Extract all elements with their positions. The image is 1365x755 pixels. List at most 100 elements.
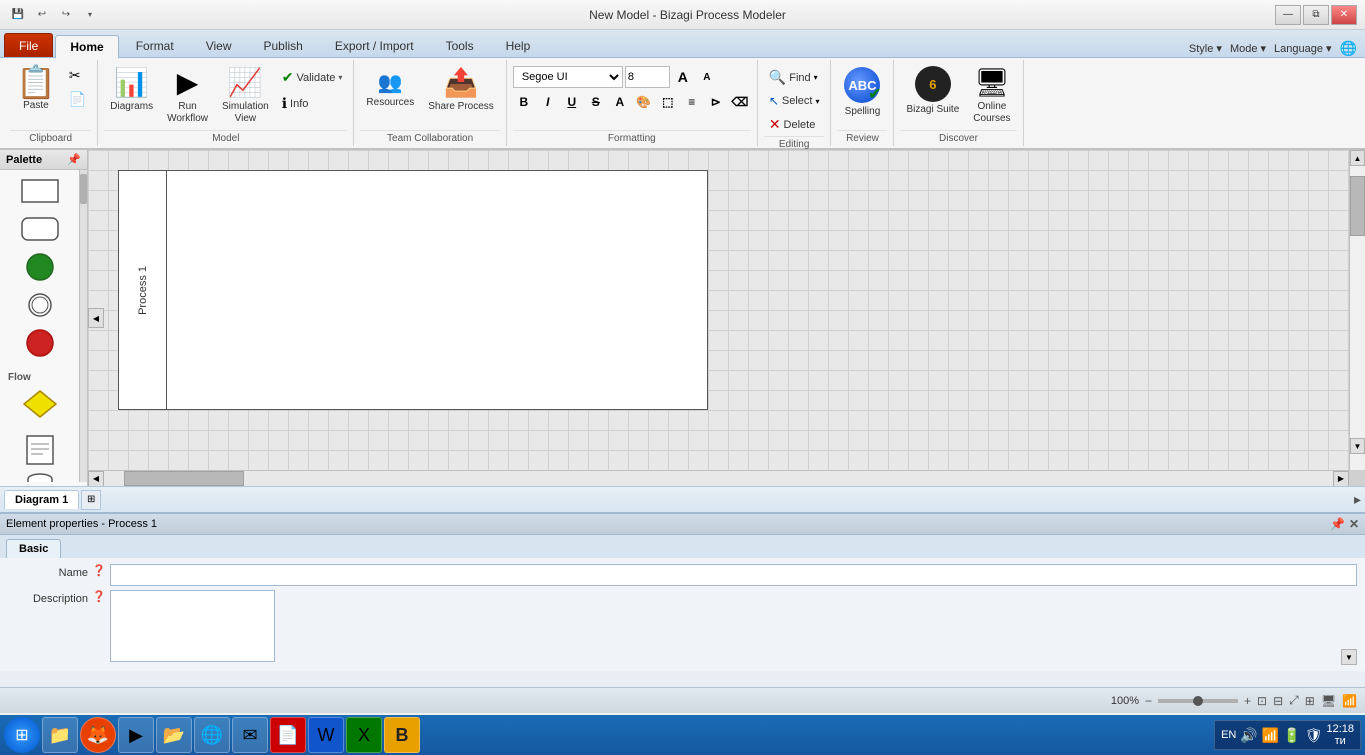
font-color-btn[interactable]: A <box>609 91 631 113</box>
v-scroll-down-btn[interactable]: ▼ <box>1350 438 1365 454</box>
name-help-icon[interactable]: ❓ <box>92 564 106 577</box>
tab-home[interactable]: Home <box>55 35 118 59</box>
tray-icon-1[interactable]: 🔊 <box>1240 727 1257 744</box>
taskbar-item-media[interactable]: ▶ <box>118 717 154 753</box>
v-scrollbar[interactable]: ▲ ▼ <box>1349 150 1365 470</box>
textarea-scroll-down[interactable]: ▼ <box>1341 649 1357 665</box>
tray-icon-2[interactable]: 📶 <box>1262 727 1279 744</box>
tab-file[interactable]: File <box>4 33 53 57</box>
italic-btn[interactable]: I <box>537 91 559 113</box>
tab-publish[interactable]: Publish <box>249 33 318 57</box>
taskbar-item-bizagi[interactable]: B <box>384 717 420 753</box>
v-scroll-up-btn[interactable]: ▲ <box>1350 150 1365 166</box>
palette-scrollbar[interactable] <box>79 170 87 482</box>
underline-btn[interactable]: U <box>561 91 583 113</box>
taskbar-item-excel[interactable]: X <box>346 717 382 753</box>
select-dropdown-icon[interactable]: ▾ <box>815 97 819 106</box>
info-btn[interactable]: ℹ Info <box>277 92 348 115</box>
share-btn[interactable]: 📤 Share Process <box>422 62 500 117</box>
add-diagram-btn[interactable]: ⊞ <box>81 490 101 510</box>
style-dropdown[interactable]: Style ▾ <box>1189 42 1222 55</box>
language-dropdown[interactable]: Language ▾ <box>1274 42 1332 55</box>
h-scroll-right-btn[interactable]: ▶ <box>1333 471 1349 487</box>
grid-btn[interactable]: ⊞ <box>1305 694 1315 708</box>
delete-btn[interactable]: ✕ Delete <box>764 113 821 136</box>
description-help-icon[interactable]: ❓ <box>92 590 106 603</box>
taskbar-item-browser2[interactable]: 🌐 <box>194 717 230 753</box>
taskbar-item-explorer[interactable]: 📁 <box>42 717 78 753</box>
fit-width-btn[interactable]: ⊟ <box>1273 694 1283 708</box>
eraser-btn[interactable]: ⌫ <box>729 91 751 113</box>
start-button[interactable]: ⊞ <box>4 717 40 753</box>
diagrams-btn[interactable]: 📊 Diagrams <box>104 62 159 117</box>
taskbar-item-browser[interactable]: 🦊 <box>80 717 116 753</box>
tray-icon-4[interactable]: 🛡 <box>1305 727 1323 744</box>
fill-color-btn[interactable]: 🎨 <box>633 91 655 113</box>
taskbar-item-pdf[interactable]: 📄 <box>270 717 306 753</box>
diagram-pool[interactable]: Process 1 <box>118 170 708 410</box>
bizagi-suite-btn[interactable]: 6 Bizagi Suite <box>900 62 965 120</box>
tab-tools[interactable]: Tools <box>431 33 489 57</box>
cut-btn[interactable]: ✂ <box>64 64 91 87</box>
h-scroll-left-btn[interactable]: ◀ <box>88 471 104 487</box>
minimize-btn[interactable]: — <box>1275 5 1301 25</box>
zoom-slider[interactable] <box>1158 699 1238 703</box>
globe-icon[interactable]: 🌐 <box>1340 40 1357 57</box>
palette-item-rounded-rect[interactable] <box>2 212 78 246</box>
select-btn[interactable]: ↖ Select ▾ <box>764 91 825 111</box>
tab-help[interactable]: Help <box>491 33 546 57</box>
props-pin-btn[interactable]: 📌 <box>1330 517 1345 531</box>
maximize-btn[interactable]: ⧉ <box>1303 5 1329 25</box>
shadow-btn[interactable]: ⬚ <box>657 91 679 113</box>
canvas-area[interactable]: ◀ Process 1 ◀ ▶ ▲ ▼ <box>88 150 1365 486</box>
validate-btn[interactable]: ✔ Validate ▾ <box>277 66 348 89</box>
diagram-tab[interactable]: Diagram 1 <box>4 490 79 509</box>
font-shrink-btn[interactable]: A <box>696 66 718 88</box>
mode-dropdown[interactable]: Mode ▾ <box>1230 42 1266 55</box>
quick-access-more[interactable]: ▾ <box>80 5 100 25</box>
find-btn[interactable]: 🔍 Find ▾ <box>764 66 823 89</box>
run-workflow-btn[interactable]: ▶ RunWorkflow <box>161 62 214 129</box>
palette-item-cylinder[interactable] <box>2 471 78 482</box>
find-dropdown-icon[interactable]: ▾ <box>814 73 818 82</box>
tab-format[interactable]: Format <box>121 33 189 57</box>
validate-dropdown-icon[interactable]: ▾ <box>338 73 342 82</box>
undo-btn[interactable]: ↩ <box>32 5 52 25</box>
simulation-btn[interactable]: 📈 SimulationView <box>216 62 275 129</box>
tab-export[interactable]: Export / Import <box>320 33 429 57</box>
resources-btn[interactable]: 👥 Resources <box>360 62 420 113</box>
align-btn[interactable]: ≡ <box>681 91 703 113</box>
description-input[interactable] <box>110 590 275 662</box>
h-scrollbar[interactable]: ◀ ▶ <box>88 470 1349 486</box>
font-select[interactable]: Segoe UI <box>513 66 623 88</box>
palette-item-circle-red[interactable] <box>2 326 78 360</box>
palette-item-document[interactable] <box>2 433 78 467</box>
palette-item-circle[interactable] <box>2 250 78 284</box>
taskbar-item-folder2[interactable]: 📂 <box>156 717 192 753</box>
fit-page-btn[interactable]: ⊡ <box>1257 694 1267 708</box>
full-screen-btn[interactable]: ⤢ <box>1289 693 1299 708</box>
redo-btn[interactable]: ↪ <box>56 5 76 25</box>
taskbar-item-word[interactable]: W <box>308 717 344 753</box>
tray-icon-3[interactable]: 🔋 <box>1283 727 1300 744</box>
quick-access-btn[interactable]: 💾 <box>8 5 28 25</box>
palette-item-diamond[interactable] <box>2 387 78 421</box>
palette-item-rectangle[interactable] <box>2 174 78 208</box>
copy-btn[interactable]: 📄 <box>64 88 91 111</box>
basic-tab[interactable]: Basic <box>6 539 61 558</box>
online-courses-btn[interactable]: 🖥 OnlineCourses <box>967 62 1016 129</box>
tabs-expand-btn[interactable]: ▸ <box>1354 491 1361 508</box>
palette-item-circle-thin[interactable] <box>2 288 78 322</box>
font-grow-btn[interactable]: A <box>672 66 694 88</box>
props-close-btn[interactable]: ✕ <box>1349 517 1359 531</box>
bold-btn[interactable]: B <box>513 91 535 113</box>
strikethrough-btn[interactable]: S <box>585 91 607 113</box>
palette-pin[interactable]: 📌 <box>67 153 81 166</box>
zoom-in-btn[interactable]: + <box>1244 694 1251 708</box>
font-size-input[interactable] <box>625 66 670 88</box>
zoom-out-btn[interactable]: − <box>1145 694 1152 708</box>
close-btn[interactable]: ✕ <box>1331 5 1357 25</box>
canvas-left-arrow[interactable]: ◀ <box>88 308 104 328</box>
taskbar-item-email[interactable]: ✉ <box>232 717 268 753</box>
canvas[interactable]: Process 1 <box>88 150 1365 486</box>
